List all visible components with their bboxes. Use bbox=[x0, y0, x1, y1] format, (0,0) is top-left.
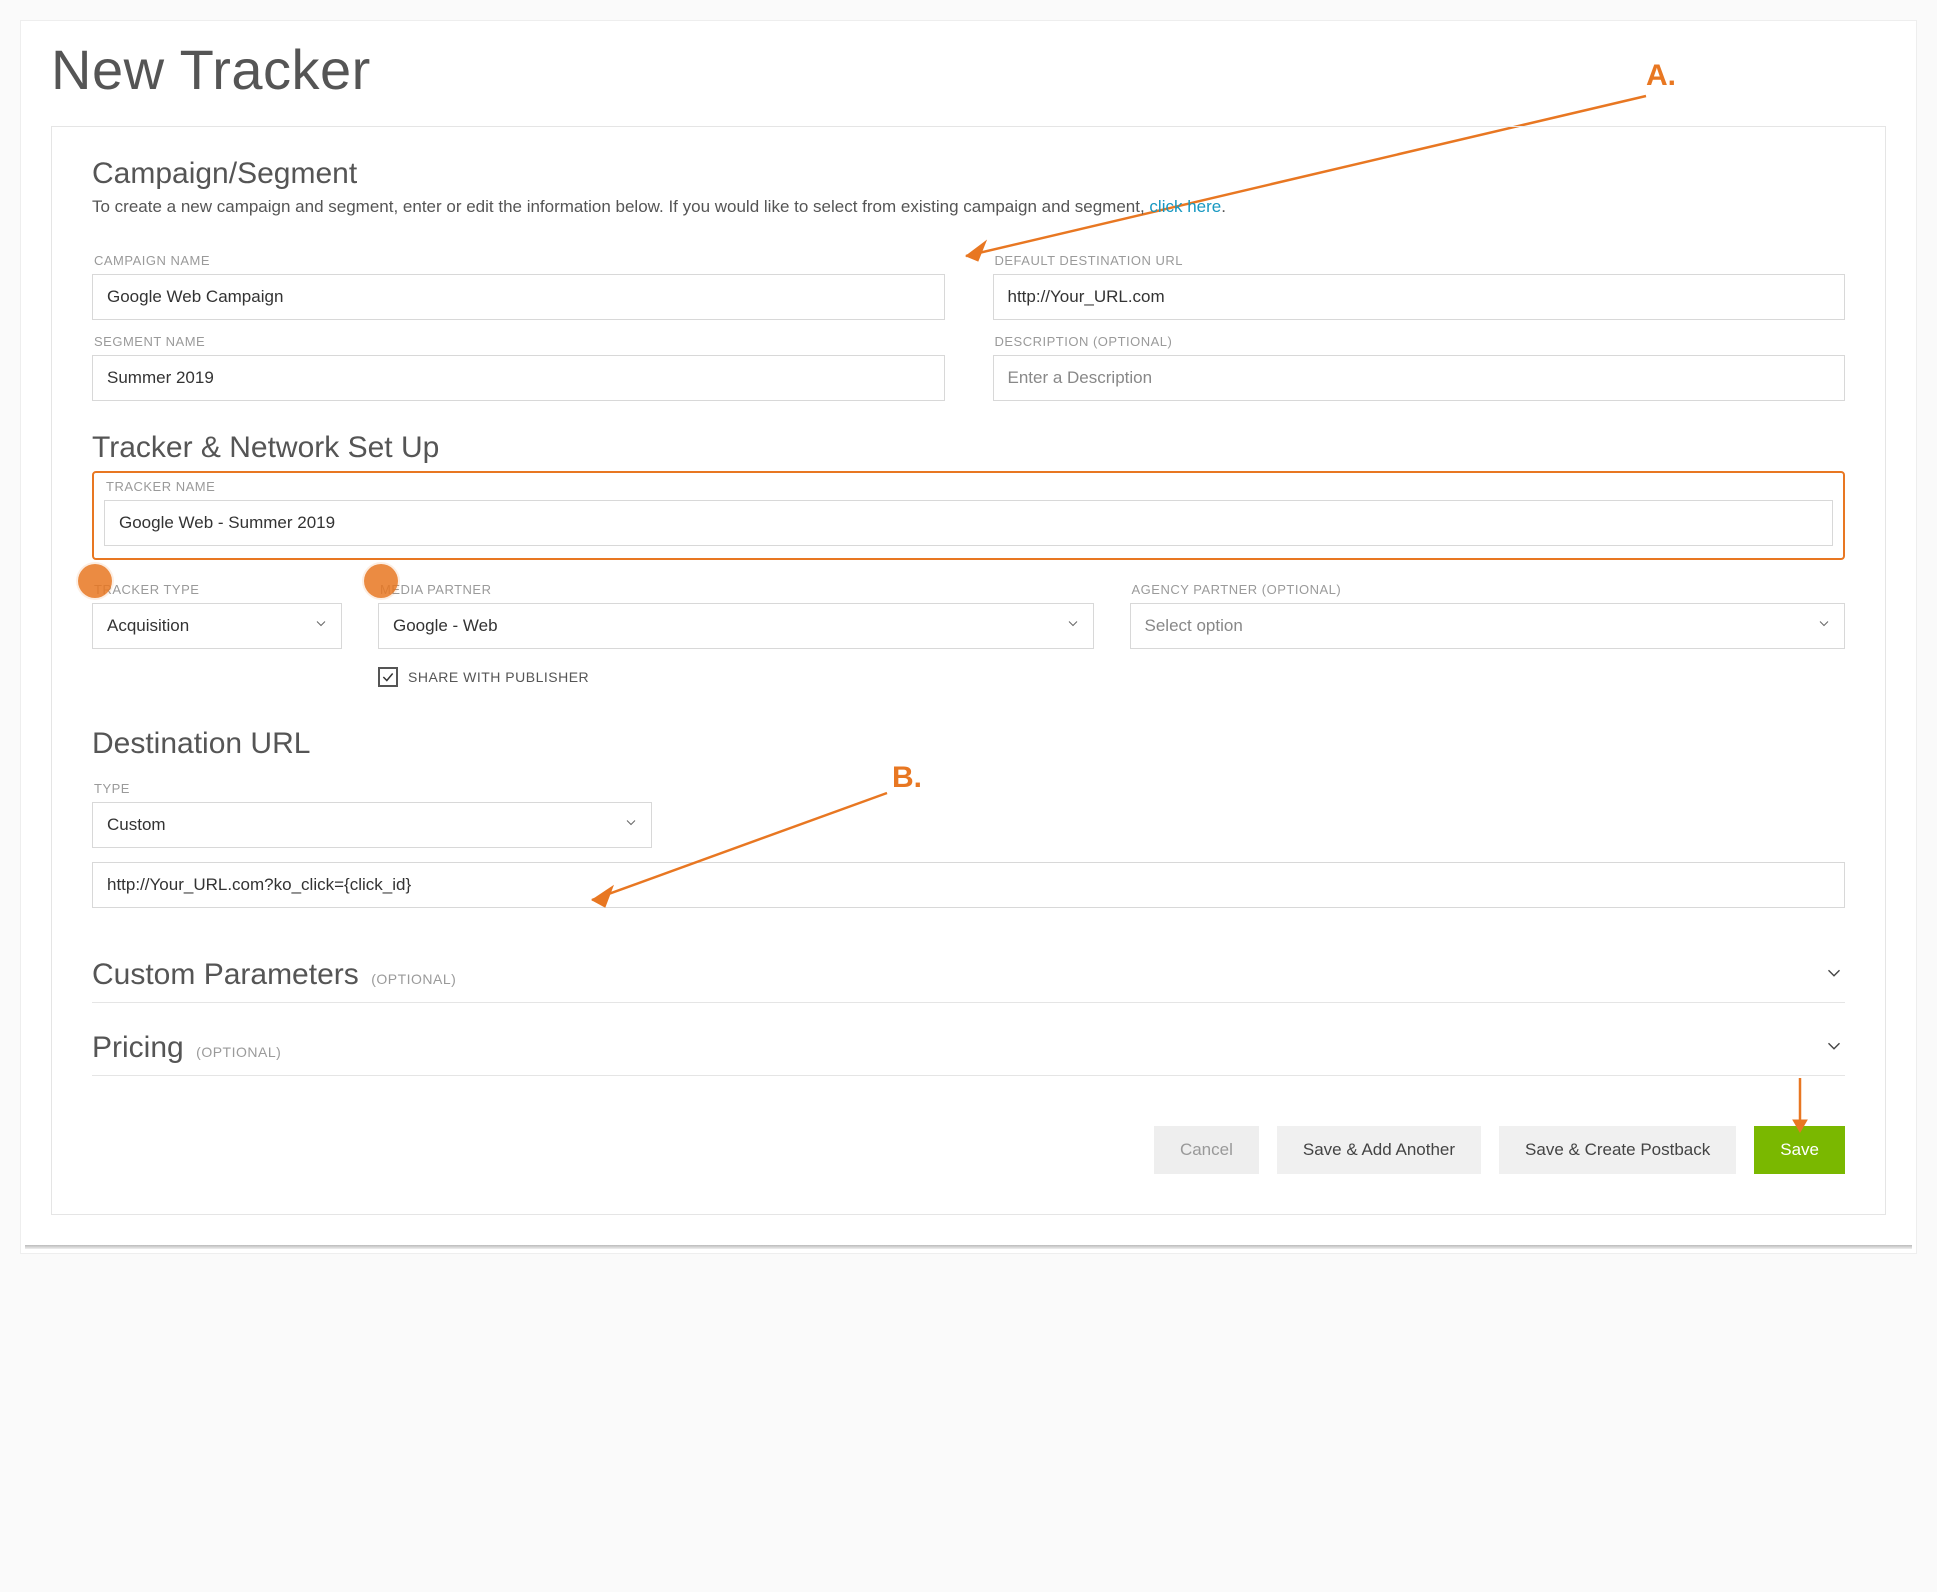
tracker-name-label: TRACKER NAME bbox=[106, 479, 1833, 494]
destination-section-title: Destination URL bbox=[92, 727, 1845, 761]
media-partner-select[interactable]: Google - Web bbox=[378, 603, 1094, 649]
campaign-name-input[interactable] bbox=[92, 274, 945, 320]
default-url-label: DEFAULT DESTINATION URL bbox=[995, 253, 1846, 268]
agency-partner-placeholder: Select option bbox=[1145, 616, 1243, 635]
destination-type-value: Custom bbox=[107, 815, 166, 834]
custom-parameters-optional: (OPTIONAL) bbox=[371, 971, 456, 987]
destination-type-select[interactable]: Custom bbox=[92, 802, 652, 848]
destination-url-input[interactable] bbox=[92, 862, 1845, 908]
custom-parameters-title: Custom Parameters bbox=[92, 958, 359, 991]
description-label: DESCRIPTION (OPTIONAL) bbox=[995, 334, 1846, 349]
media-partner-value: Google - Web bbox=[393, 616, 498, 635]
chevron-down-icon bbox=[1823, 1035, 1845, 1062]
share-with-publisher-checkbox[interactable] bbox=[378, 667, 398, 687]
click-here-link[interactable]: click here bbox=[1149, 197, 1221, 216]
default-url-input[interactable] bbox=[993, 274, 1846, 320]
agency-partner-label: AGENCY PARTNER (OPTIONAL) bbox=[1132, 582, 1846, 597]
tracker-name-input[interactable] bbox=[104, 500, 1833, 546]
tracker-section-title: Tracker & Network Set Up bbox=[92, 431, 1845, 465]
destination-type-label: TYPE bbox=[94, 781, 652, 796]
pricing-section[interactable]: Pricing (OPTIONAL) bbox=[92, 1021, 1845, 1076]
chevron-down-icon bbox=[1816, 616, 1832, 637]
media-partner-label: MEDIA PARTNER bbox=[380, 582, 1094, 597]
segment-name-label: SEGMENT NAME bbox=[94, 334, 945, 349]
cancel-button[interactable]: Cancel bbox=[1154, 1126, 1259, 1174]
custom-parameters-section[interactable]: Custom Parameters (OPTIONAL) bbox=[92, 948, 1845, 1003]
save-create-postback-button[interactable]: Save & Create Postback bbox=[1499, 1126, 1736, 1174]
page-title: New Tracker bbox=[51, 37, 1916, 102]
campaign-intro: To create a new campaign and segment, en… bbox=[92, 197, 1845, 217]
chevron-down-icon bbox=[623, 815, 639, 836]
orange-dot-icon bbox=[78, 564, 112, 598]
description-input[interactable] bbox=[993, 355, 1846, 401]
tracker-type-select[interactable]: Acquisition bbox=[92, 603, 342, 649]
save-add-another-button[interactable]: Save & Add Another bbox=[1277, 1126, 1481, 1174]
segment-name-input[interactable] bbox=[92, 355, 945, 401]
campaign-intro-suffix: . bbox=[1221, 197, 1226, 216]
pricing-optional: (OPTIONAL) bbox=[196, 1044, 281, 1060]
tracker-type-value: Acquisition bbox=[107, 616, 189, 635]
share-with-publisher-label: SHARE WITH PUBLISHER bbox=[408, 669, 589, 685]
campaign-name-label: CAMPAIGN NAME bbox=[94, 253, 945, 268]
pricing-title: Pricing bbox=[92, 1031, 184, 1064]
campaign-section-title: Campaign/Segment bbox=[92, 157, 1845, 191]
chevron-down-icon bbox=[1823, 962, 1845, 989]
tracker-type-label: TRACKER TYPE bbox=[94, 582, 342, 597]
agency-partner-select[interactable]: Select option bbox=[1130, 603, 1846, 649]
campaign-intro-text: To create a new campaign and segment, en… bbox=[92, 197, 1149, 216]
chevron-down-icon bbox=[1065, 616, 1081, 637]
chevron-down-icon bbox=[313, 616, 329, 637]
save-button[interactable]: Save bbox=[1754, 1126, 1845, 1174]
bottom-shadow bbox=[25, 1245, 1912, 1249]
orange-dot-icon bbox=[364, 564, 398, 598]
tracker-name-highlight: TRACKER NAME bbox=[92, 471, 1845, 560]
